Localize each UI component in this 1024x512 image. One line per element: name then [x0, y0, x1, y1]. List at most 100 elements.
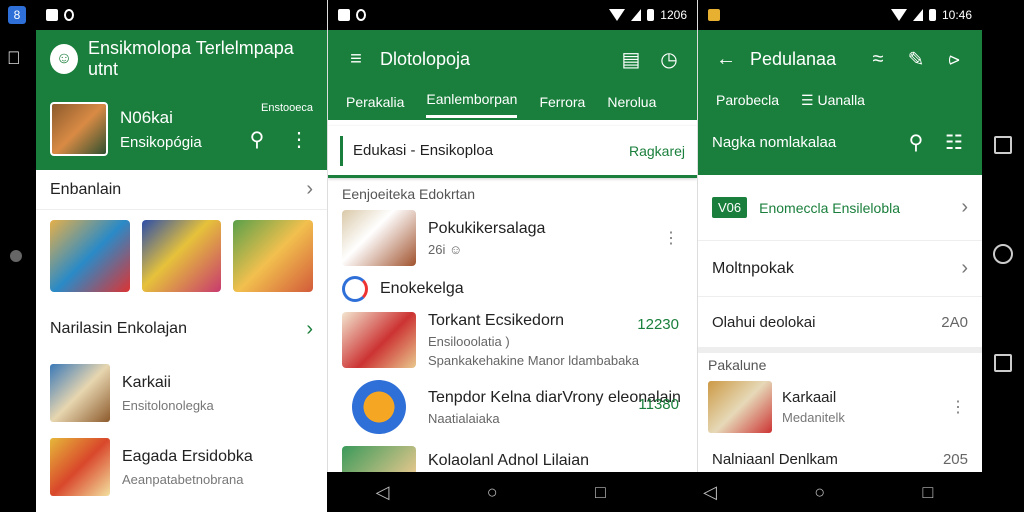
dashboard-icon[interactable]: ☷	[940, 130, 968, 155]
item-subtitle: Aeanpatabetnobrana	[122, 471, 244, 487]
category-title: Enokekelga	[380, 280, 464, 297]
list-item[interactable]: Eagada Ersidobka Aeanpatabetnobrana	[36, 430, 327, 504]
status-bar: 1206	[328, 0, 697, 30]
list-item[interactable]: Torkant Ecsikedorn Ensilooolatia ) Spank…	[328, 306, 697, 374]
camera-dot	[10, 250, 22, 262]
wifi-icon[interactable]: ≈	[864, 48, 892, 71]
wifi-icon	[609, 9, 626, 21]
game-card[interactable]	[50, 220, 130, 292]
app-bar: ← Pedulanaa ≈ ✎ ⪧	[698, 30, 982, 88]
item-subtitle: 26i ☺	[428, 241, 463, 257]
game-card[interactable]	[233, 220, 314, 292]
header: ☺ Ensikmolopa Terlelmpapa utnt N06kai En…	[36, 30, 327, 170]
recents-square-icon[interactable]	[994, 354, 1012, 372]
list-item[interactable]: Tenpdor Kelna diarVrony eleonalain Naati…	[328, 374, 697, 440]
tab-eanlemborpan[interactable]: Eanlemborpan	[426, 91, 518, 118]
hero-banner[interactable]: N06kai Ensikopógia Enstooeca ⚲ ⋮	[36, 88, 327, 170]
more-vert-icon[interactable]: ⋮	[663, 228, 679, 248]
app-bar: ☺ Ensikmolopa Terlelmpapa utnt	[36, 30, 327, 88]
book-icon[interactable]: ▤	[617, 47, 645, 72]
nav-recents-icon[interactable]: □	[595, 482, 606, 503]
item-subtitle: Ensitolonolegka	[122, 397, 214, 413]
item-thumbnail	[352, 380, 406, 434]
more-vert-icon[interactable]: ⋮	[285, 127, 313, 152]
notification-icon	[708, 9, 720, 21]
list-item[interactable]: Nalniaanl Denlkam 205	[698, 437, 982, 472]
wifi-icon	[890, 9, 907, 21]
nav-back-icon[interactable]: ◁	[376, 482, 390, 503]
category-icon	[342, 276, 368, 302]
search-icon[interactable]: ⚲	[243, 127, 271, 152]
item-thumbnail	[342, 312, 416, 368]
panel-settings: 10:46 ← Pedulanaa ≈ ✎ ⪧ Parobecla ☰ Uana…	[697, 0, 982, 472]
item-description: Spankakehakine Manor ldambabaka	[428, 353, 640, 368]
tab-parobecla[interactable]: Parobecla	[716, 92, 779, 108]
list-item[interactable]: Kolaolanl Adnol Lilaian	[328, 440, 697, 472]
system-nav-bar: ◁ ○ □ ◁ ○ □	[327, 472, 982, 512]
item-thumbnail	[50, 438, 110, 496]
section-title: Enbanlain	[50, 180, 122, 198]
hero-side-label: Enstooeca	[261, 102, 313, 114]
list-item[interactable]: Karkaii Ensitolonolegka	[36, 356, 327, 430]
item-title: Karkaail	[782, 389, 837, 406]
settings-row[interactable]: V06 Enomeccla Ensilelobla ›	[698, 175, 982, 241]
recents-square-icon[interactable]	[994, 136, 1012, 154]
item-count: 12230	[637, 316, 679, 333]
app-title: Dlotolopoja	[380, 48, 471, 69]
sync-icon	[64, 9, 74, 21]
nav-recents-icon[interactable]: □	[922, 482, 933, 503]
nav-home-icon[interactable]: ○	[487, 482, 498, 503]
share-icon[interactable]: ⪧	[940, 48, 968, 71]
chevron-right-icon: ›	[961, 257, 968, 279]
timer-icon[interactable]: ◷	[655, 47, 683, 72]
signal-icon	[631, 9, 642, 21]
status-time: 1206	[660, 8, 687, 22]
card-carousel	[36, 210, 327, 302]
more-vert-icon[interactable]: ⋮	[950, 397, 966, 417]
tab-perakalia[interactable]: Perakalia	[346, 94, 404, 118]
nav-home-icon[interactable]: ○	[814, 482, 825, 503]
app-title: Ensikmolopa Terlelmpapa utnt	[88, 38, 294, 79]
search-text: Edukasi - Ensikoploa	[353, 142, 494, 159]
sub-title: Nagka nomlakalaa	[712, 133, 837, 151]
item-title: Kolaolanl Adnol Lilaian	[428, 452, 590, 469]
section-row-narilasin[interactable]: Narilasin Enkolajan ›	[36, 302, 327, 356]
search-icon[interactable]: ⚲	[902, 130, 930, 155]
section-row-enbanlain[interactable]: Enbanlain ›	[36, 170, 327, 210]
menu-icon[interactable]: ≡	[342, 48, 370, 71]
edit-icon[interactable]: ✎	[902, 47, 930, 72]
item-title: Torkant Ecsikedorn	[428, 312, 565, 329]
back-arrow-icon[interactable]: ←	[712, 48, 740, 71]
search-card[interactable]: Edukasi - Ensikoploa Ragkarej	[328, 126, 697, 178]
settings-row[interactable]: Moltnpokak ›	[698, 241, 982, 297]
hero-title: N06kai	[120, 107, 173, 127]
item-subtitle: Medanitelk	[782, 410, 845, 425]
chevron-right-icon: ›	[306, 178, 313, 200]
panel-home: ☺ Ensikmolopa Terlelmpapa utnt N06kai En…	[36, 0, 327, 512]
tab-ferrora[interactable]: Ferrora	[539, 94, 585, 118]
item-value: 205	[942, 450, 968, 468]
tab-bar: Perakalia Eanlemborpan Ferrora Nerolua	[328, 88, 697, 118]
app-logo-icon: ☺	[50, 44, 79, 74]
item-title: Pokukikersalaga	[428, 219, 546, 237]
battery-icon	[928, 9, 936, 21]
game-card[interactable]	[141, 220, 222, 292]
row-label: Moltnpokak	[712, 259, 794, 277]
status-bar	[36, 0, 327, 30]
category-row[interactable]: Enokekelga	[328, 272, 697, 306]
list-item[interactable]: Karkaail Medanitelk ⋮	[698, 377, 982, 437]
left-system-strip: 8 	[0, 0, 36, 512]
search-action[interactable]: Ragkarej	[629, 143, 685, 159]
apple-icon: 	[7, 48, 21, 69]
tab-uanalla[interactable]: ☰ Uanalla	[801, 92, 865, 109]
item-thumbnail	[708, 381, 772, 433]
section-label: Eenjoeiteka Edokrtan	[342, 186, 476, 202]
notification-icon	[46, 9, 58, 21]
home-circle-icon[interactable]	[993, 244, 1013, 264]
status-time: 10:46	[941, 8, 972, 22]
item-title: Eagada Ersidobka	[122, 447, 253, 465]
settings-row[interactable]: Olahui deolokai 2A0	[698, 297, 982, 353]
list-item[interactable]: Pokukikersalaga 26i ☺ ⋮	[328, 204, 697, 272]
nav-back-icon[interactable]: ◁	[703, 482, 717, 503]
tab-nerolua[interactable]: Nerolua	[607, 94, 656, 118]
